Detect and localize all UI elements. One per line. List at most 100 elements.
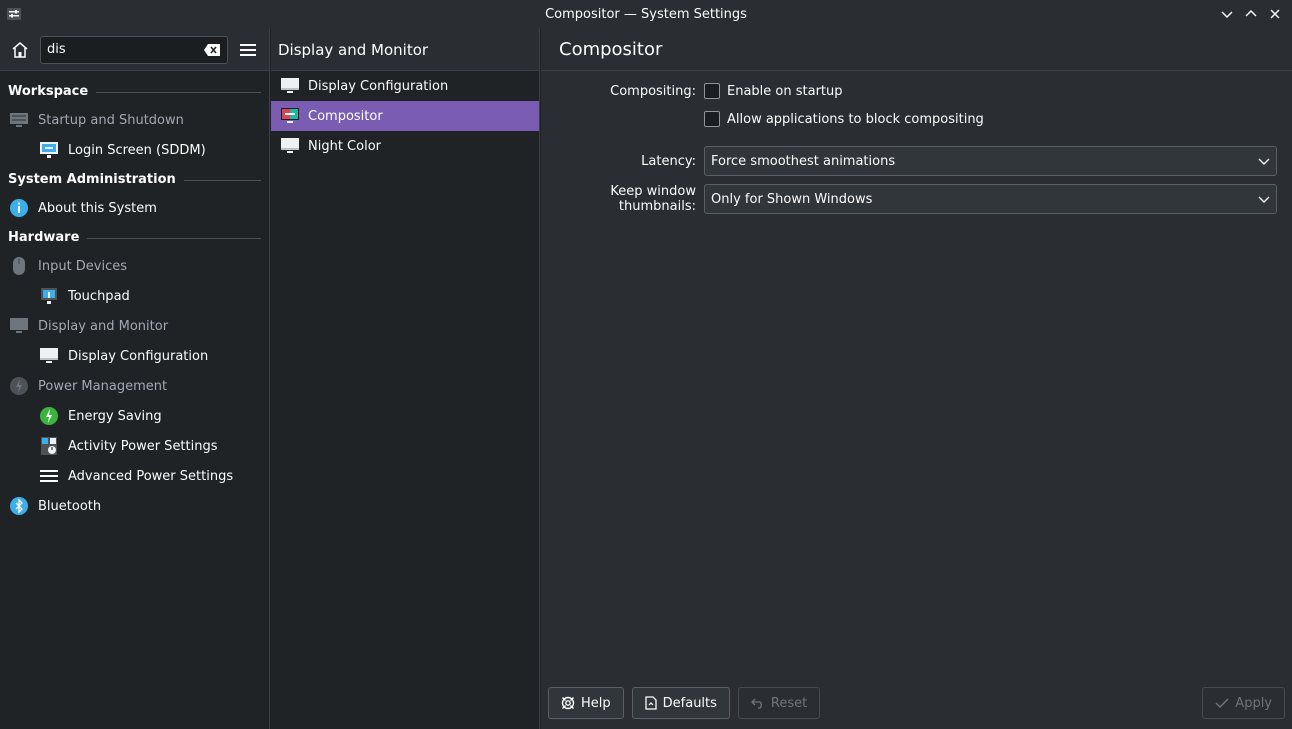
subcategory-item-compositor[interactable]: Compositor: [271, 101, 539, 131]
subcategory-label: Display Configuration: [308, 78, 449, 94]
sidebar-item-label: About this System: [38, 200, 157, 216]
sidebar-item-label: Display and Monitor: [38, 318, 169, 334]
subcategory-list: Display Configuration Compositor Night C…: [271, 71, 539, 161]
thumbnails-label: Keep window thumbnails:: [610, 184, 696, 214]
sidebar-item-energy-saving[interactable]: Energy Saving: [0, 401, 269, 431]
display-icon: [38, 345, 60, 367]
reset-button[interactable]: Reset: [737, 687, 821, 719]
home-icon: [12, 41, 28, 58]
power-icon: [8, 375, 30, 397]
sidebar-item-startup-and-shutdown[interactable]: Startup and Shutdown: [0, 105, 269, 135]
latency-row: Latency: Force smoothest animations: [541, 146, 1277, 176]
close-button[interactable]: [1266, 5, 1284, 23]
subcategory-label: Compositor: [308, 108, 383, 124]
info-icon: [8, 197, 30, 219]
clear-search-button[interactable]: [203, 43, 221, 57]
enable-on-startup-label[interactable]: Enable on startup: [727, 84, 843, 99]
sidebar-item-login-screen[interactable]: Login Screen (SDDM): [0, 135, 269, 165]
sidebar-list: Workspace Startup and Shutdown Login Scr…: [0, 71, 269, 521]
sidebar-item-activity-power-settings[interactable]: Activity Power Settings: [0, 431, 269, 461]
subcategory-label: Night Color: [308, 138, 381, 154]
display-icon: [279, 75, 301, 97]
settings-page: Compositor Compositing: Enable on startu…: [541, 29, 1292, 729]
sidebar-item-label: Power Management: [38, 378, 168, 394]
sidebar-item-display-and-monitor[interactable]: Display and Monitor: [0, 311, 269, 341]
compositing-row: Compositing: Enable on startup: [541, 83, 843, 99]
maximize-button[interactable]: [1242, 5, 1260, 23]
subcategory-item-display-configuration[interactable]: Display Configuration: [271, 71, 539, 101]
sidebar-item-advanced-power-settings[interactable]: Advanced Power Settings: [0, 461, 269, 491]
sidebar-item-label: Display Configuration: [68, 348, 209, 364]
sidebar-item-label: Login Screen (SDDM): [68, 142, 206, 158]
section-header-hardware: Hardware: [0, 223, 269, 251]
sidebar-item-display-configuration[interactable]: Display Configuration: [0, 341, 269, 371]
thumbnails-combobox[interactable]: Only for Shown Windows: [704, 184, 1277, 214]
sidebar-item-label: Touchpad: [68, 288, 130, 304]
sidebar-item-label: Startup and Shutdown: [38, 112, 184, 128]
help-icon: [561, 696, 575, 710]
search-field[interactable]: [40, 35, 228, 64]
help-label: Help: [581, 695, 611, 711]
allow-block-compositing-checkbox[interactable]: [704, 111, 720, 127]
sidebar-item-bluetooth[interactable]: Bluetooth: [0, 491, 269, 521]
checkmark-icon: [1215, 698, 1229, 709]
clear-icon: [204, 43, 220, 56]
touchpad-icon: [38, 285, 60, 307]
apply-button[interactable]: Apply: [1202, 687, 1285, 719]
display-icon: [279, 135, 301, 157]
section-header-workspace: Workspace: [0, 77, 269, 105]
chevron-down-icon: [1258, 196, 1270, 203]
subcategory-item-night-color[interactable]: Night Color: [271, 131, 539, 161]
sidebar-item-label: Activity Power Settings: [68, 438, 218, 454]
compositor-icon: [279, 105, 301, 127]
sidebar-item-label: Bluetooth: [38, 498, 102, 514]
home-button[interactable]: [8, 38, 32, 62]
chevron-up-icon: [1245, 9, 1257, 17]
compositing-label: Compositing:: [610, 83, 696, 99]
title-bar: Compositor — System Settings: [0, 0, 1292, 29]
sidebar-item-input-devices[interactable]: Input Devices: [0, 251, 269, 281]
hamburger-icon: [240, 43, 256, 56]
login-screen-icon: [38, 139, 60, 161]
undo-icon: [751, 698, 762, 709]
sidebar-item-about-this-system[interactable]: About this System: [0, 193, 269, 223]
energy-icon: [38, 405, 60, 427]
sidebar-item-label: Advanced Power Settings: [68, 468, 234, 484]
monitor-icon: [8, 315, 30, 337]
sidebar: Workspace Startup and Shutdown Login Scr…: [0, 29, 270, 729]
chevron-down-icon: [1221, 11, 1233, 19]
allow-block-row: Allow applications to block compositing: [541, 111, 984, 127]
apply-label: Apply: [1235, 695, 1272, 711]
subcategory-panel: Display and Monitor Display Configuratio…: [271, 29, 540, 729]
help-button[interactable]: Help: [548, 687, 624, 719]
reset-label: Reset: [770, 695, 808, 711]
startup-icon: [8, 109, 30, 131]
chevron-down-icon: [1258, 158, 1270, 165]
sidebar-item-touchpad[interactable]: Touchpad: [0, 281, 269, 311]
search-input[interactable]: [47, 42, 203, 57]
latency-label: Latency:: [641, 153, 696, 169]
sidebar-item-label: Energy Saving: [68, 408, 162, 424]
sidebar-toolbar: [0, 29, 269, 71]
list-icon: [38, 465, 60, 487]
hamburger-menu-button[interactable]: [236, 38, 260, 62]
system-settings-icon[interactable]: [6, 6, 22, 22]
subcategory-title: Display and Monitor: [271, 29, 539, 71]
section-label: System Administration: [8, 171, 176, 187]
section-header-system-administration: System Administration: [0, 165, 269, 193]
button-bar: Help Defaults Reset Apply: [541, 677, 1292, 729]
minimize-button[interactable]: [1218, 5, 1236, 23]
window-title: Compositor — System Settings: [545, 7, 747, 22]
defaults-button[interactable]: Defaults: [631, 687, 730, 719]
section-label: Hardware: [8, 229, 80, 245]
mouse-icon: [8, 255, 30, 277]
thumbnails-value: Only for Shown Windows: [711, 191, 873, 207]
document-icon: [644, 696, 657, 710]
enable-on-startup-checkbox[interactable]: [704, 83, 720, 99]
latency-combobox[interactable]: Force smoothest animations: [704, 146, 1277, 176]
thumbnails-row: Keep window thumbnails: Only for Shown W…: [541, 184, 1277, 214]
sidebar-item-power-management[interactable]: Power Management: [0, 371, 269, 401]
allow-block-compositing-label[interactable]: Allow applications to block compositing: [727, 112, 984, 127]
section-label: Workspace: [8, 83, 89, 99]
activity-power-icon: [38, 435, 60, 457]
